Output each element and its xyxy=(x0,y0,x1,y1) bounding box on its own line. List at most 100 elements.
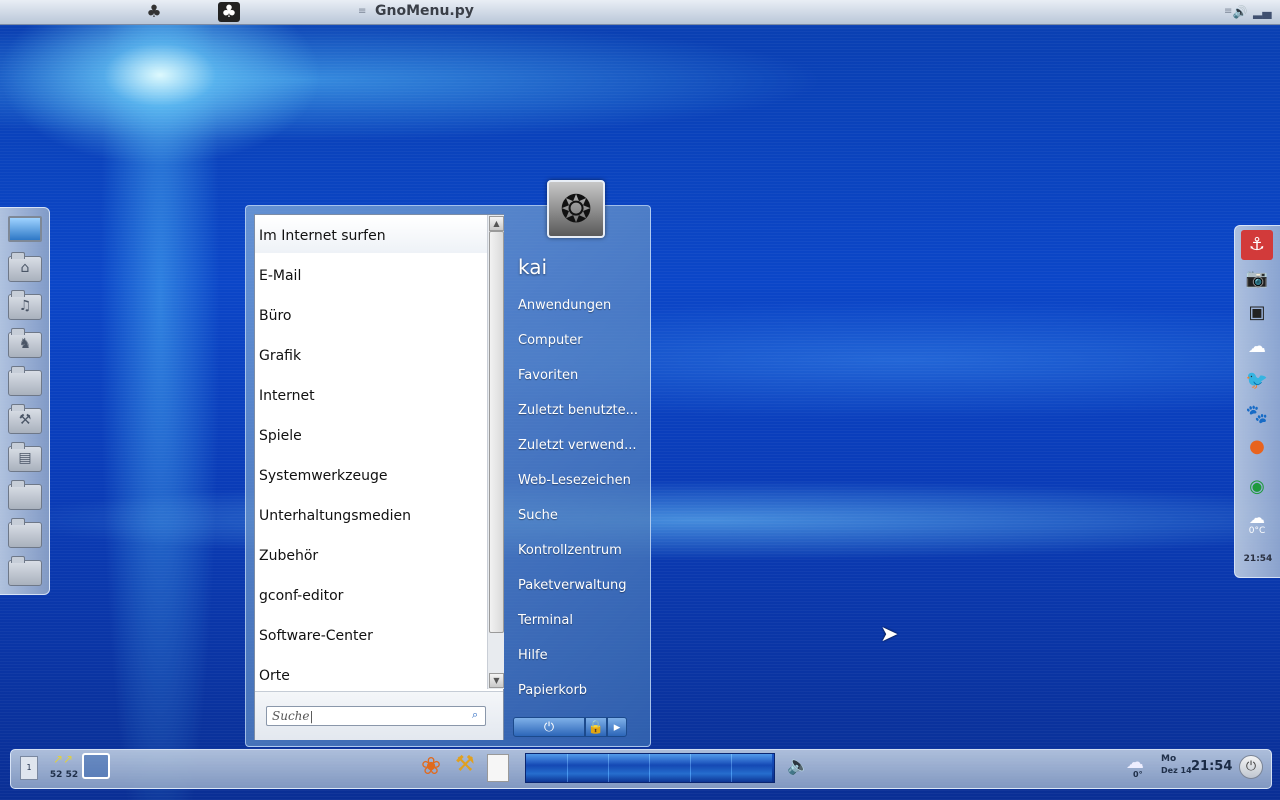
cloud-clock-icon[interactable]: ☁ xyxy=(1241,332,1273,362)
user-name: kai xyxy=(518,255,548,279)
folder-icon xyxy=(8,480,42,510)
category-item[interactable]: Grafik xyxy=(255,337,487,373)
place-control-center[interactable]: Kontrollzentrum xyxy=(518,539,643,563)
session-menu-arrow-icon[interactable]: ▸ xyxy=(607,717,627,737)
folder-launcher[interactable] xyxy=(8,366,42,396)
bottom-panel: 1 ↗↗ 52 52 ❀ ⚒ 🔈 ☁ 0° Mo Dez 14 21:54 ⏻ xyxy=(10,749,1272,789)
volume-icon[interactable]: 🔊 xyxy=(1232,4,1248,20)
text-editor-icon[interactable] xyxy=(487,754,509,782)
cpu-monitor-value: 52 52 xyxy=(49,770,79,780)
camera-icon[interactable]: 📷 xyxy=(1241,264,1273,294)
gnome-launcher-icon[interactable]: ♣ xyxy=(218,2,240,22)
status-green-icon[interactable]: ◉ xyxy=(1241,472,1273,502)
documents-folder-launcher[interactable]: ▤ xyxy=(8,442,42,472)
show-desktop-icon[interactable] xyxy=(82,753,110,779)
games-folder-icon: ♞ xyxy=(8,328,42,358)
firefox-icon[interactable]: ● xyxy=(1241,432,1273,462)
tools-icon[interactable]: ⚒ xyxy=(455,752,475,777)
workspace-switcher[interactable] xyxy=(525,753,775,783)
scroll-up-icon[interactable]: ▲ xyxy=(489,216,504,231)
network-signal-icon[interactable]: ▂▄ xyxy=(1253,4,1271,20)
place-trash[interactable]: Papierkorb xyxy=(518,679,643,703)
gnome-foot-icon[interactable]: ♣ xyxy=(143,2,165,22)
category-item[interactable]: Im Internet surfen xyxy=(255,217,487,253)
search-icon[interactable]: ⌕ xyxy=(472,709,484,721)
music-folder-icon: ♫ xyxy=(8,290,42,320)
scroll-thumb[interactable] xyxy=(489,231,504,633)
category-item[interactable]: Zubehör xyxy=(255,537,487,573)
anchor-icon[interactable]: ⚓ xyxy=(1241,230,1273,260)
place-web-bookmarks[interactable]: Web-Lesezeichen xyxy=(518,469,643,493)
category-item[interactable]: Orte xyxy=(255,657,487,693)
place-favorites[interactable]: Favoriten xyxy=(518,364,643,388)
place-package-manager[interactable]: Paketverwaltung xyxy=(518,574,643,598)
clock-date: Dez 14 xyxy=(1161,766,1192,775)
top-panel: ♣ ♣ ≡ GnoMenu.py ≡ 🔊 ▂▄ xyxy=(0,0,1280,25)
music-folder-launcher[interactable]: ♫ xyxy=(8,290,42,320)
monitor-icon xyxy=(8,216,42,242)
category-item[interactable]: E-Mail xyxy=(255,257,487,293)
workspace-indicator[interactable]: 1 xyxy=(20,756,38,780)
folder-launcher[interactable] xyxy=(8,480,42,510)
lock-button[interactable]: 🔒 xyxy=(585,717,607,737)
workspace-thumb[interactable] xyxy=(731,754,772,782)
panel-handle-icon[interactable]: ≡ xyxy=(358,5,366,19)
folder-icon xyxy=(8,556,42,586)
panel-handle-icon[interactable]: ≡ xyxy=(1224,5,1232,19)
workspace-thumb[interactable] xyxy=(608,754,650,782)
folder-launcher[interactable] xyxy=(8,518,42,548)
weather-temp: 0° xyxy=(1133,770,1143,779)
scroll-down-icon[interactable]: ▼ xyxy=(489,673,504,688)
workspace-thumb[interactable] xyxy=(649,754,691,782)
power-icon[interactable]: ⏻ xyxy=(1239,755,1263,779)
user-avatar[interactable]: ❂ xyxy=(547,180,605,238)
workspace-thumb[interactable] xyxy=(567,754,609,782)
cpu-monitor-icon[interactable]: ↗↗ xyxy=(49,752,77,766)
right-dock: ⚓ 📷 ▣ ☁ 🐦 🐾 ● ◉ ☁ 0°C 21:54 xyxy=(1234,225,1280,578)
games-folder-launcher[interactable]: ♞ xyxy=(8,328,42,358)
desktop-launcher[interactable] xyxy=(8,214,42,244)
category-item[interactable]: Systemwerkzeuge xyxy=(255,457,487,493)
shutdown-button[interactable]: ⏻ xyxy=(513,717,585,737)
session-buttons: ⏻ 🔒 ▸ xyxy=(513,717,627,737)
gimp-icon[interactable]: 🐾 xyxy=(1241,400,1273,430)
bird-icon[interactable]: 🐦 xyxy=(1241,366,1273,396)
place-recent-files[interactable]: Zuletzt verwend... xyxy=(518,434,643,458)
tools-folder-icon: ⚒ xyxy=(8,404,42,434)
category-item[interactable]: Software-Center xyxy=(255,617,487,653)
home-folder-launcher[interactable]: ⌂ xyxy=(8,252,42,282)
place-applications[interactable]: Anwendungen xyxy=(518,294,643,318)
active-window-title[interactable]: GnoMenu.py xyxy=(375,3,474,19)
place-terminal[interactable]: Terminal xyxy=(518,609,643,633)
category-item[interactable]: Internet xyxy=(255,377,487,413)
category-item[interactable]: Unterhaltungsmedien xyxy=(255,497,487,533)
category-item[interactable]: Spiele xyxy=(255,417,487,453)
mouse-cursor-icon: ➤ xyxy=(880,622,899,647)
workspace-thumb[interactable] xyxy=(690,754,732,782)
ubuntu-logo-icon[interactable]: ❀ xyxy=(421,752,441,780)
workspace-thumb[interactable] xyxy=(526,754,568,782)
category-item[interactable]: Büro xyxy=(255,297,487,333)
category-item[interactable]: gconf-editor xyxy=(255,577,487,613)
place-search[interactable]: Suche xyxy=(518,504,643,528)
search-input[interactable]: Suche| xyxy=(266,706,486,726)
volume-icon[interactable]: 🔈 xyxy=(787,755,809,776)
search-area: Suche| ⌕ xyxy=(255,691,503,740)
home-folder-icon: ⌂ xyxy=(8,252,42,282)
folder-icon xyxy=(8,518,42,548)
dock-clock: 21:54 xyxy=(1243,554,1273,564)
documents-folder-icon: ▤ xyxy=(8,442,42,472)
folder-icon xyxy=(8,366,42,396)
category-scrollbar[interactable]: ▲ ▼ xyxy=(487,215,504,689)
clock-day: Mo xyxy=(1161,754,1177,764)
place-computer[interactable]: Computer xyxy=(518,329,643,353)
terminal-icon[interactable]: ▣ xyxy=(1241,298,1273,328)
place-recent-used[interactable]: Zuletzt benutzte... xyxy=(518,399,643,423)
panel-clock[interactable]: 21:54 xyxy=(1191,759,1232,774)
tools-folder-launcher[interactable]: ⚒ xyxy=(8,404,42,434)
weather-temp: 0°C xyxy=(1248,526,1266,536)
folder-launcher[interactable] xyxy=(8,556,42,586)
left-dock: ⌂ ♫ ♞ ⚒ ▤ xyxy=(0,207,50,595)
place-help[interactable]: Hilfe xyxy=(518,644,643,668)
category-list: Im Internet surfen E-Mail Büro Grafik In… xyxy=(254,214,504,740)
